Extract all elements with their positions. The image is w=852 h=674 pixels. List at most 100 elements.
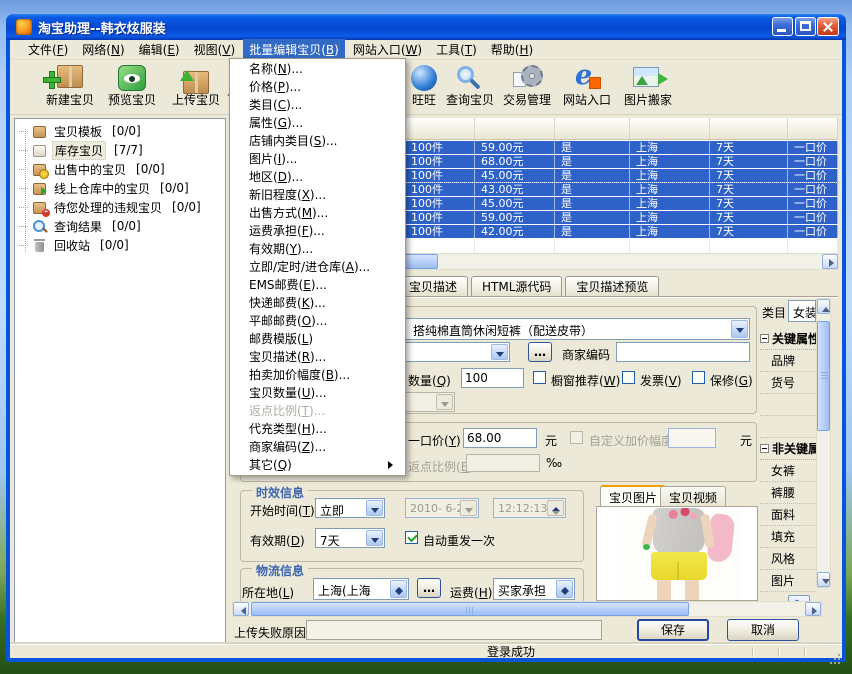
sidebar-tree-item[interactable]: 线上仓库中的宝贝 [0/0]: [19, 179, 223, 197]
menu-bar-item[interactable]: 批量编辑宝贝(B): [243, 39, 345, 60]
attribute-row[interactable]: 填充: [760, 526, 816, 548]
table-column-header[interactable]: [710, 118, 788, 139]
form-h-scrollbar[interactable]: [232, 601, 822, 617]
key-attributes-header[interactable]: 关键属性: [760, 328, 816, 350]
dropdown-menu-item[interactable]: 名称(N)...: [230, 60, 405, 78]
validity-combobox[interactable]: 7天: [315, 528, 385, 548]
table-column-header[interactable]: [475, 118, 555, 139]
scroll-left-button[interactable]: [233, 602, 249, 616]
browse-button[interactable]: …: [528, 342, 552, 362]
table-column-header[interactable]: [630, 118, 710, 139]
dropdown-menu-item[interactable]: 图片(I)...: [230, 150, 405, 168]
dropdown-menu-item[interactable]: 价格(P)...: [230, 78, 405, 96]
invoice-checkbox[interactable]: [622, 371, 635, 384]
minimize-button[interactable]: [772, 17, 793, 36]
attribute-row[interactable]: 图片: [760, 570, 816, 592]
fixed-price-input[interactable]: [463, 428, 537, 448]
attribute-row[interactable]: 品牌: [760, 350, 816, 372]
dropdown-menu-item[interactable]: 运费承担(F)...: [230, 222, 405, 240]
table-column-header[interactable]: [555, 118, 630, 139]
merchant-code-input[interactable]: [616, 342, 750, 362]
collapse-icon[interactable]: [760, 444, 769, 453]
sidebar-tree-item[interactable]: 库存宝贝 [7/7]: [19, 141, 223, 159]
chevron-down-icon[interactable]: [366, 530, 383, 546]
dropdown-menu-item[interactable]: 拍卖加价幅度(B)...: [230, 366, 405, 384]
spinner-arrows-icon[interactable]: [556, 580, 573, 598]
menu-bar-item[interactable]: 文件(F): [22, 39, 74, 60]
image-mover-button[interactable]: 图片搬家: [614, 63, 682, 112]
collapse-icon[interactable]: [760, 334, 769, 343]
chevron-down-icon[interactable]: [491, 344, 508, 360]
dropdown-menu-item[interactable]: 出售方式(M)...: [230, 204, 405, 222]
description-tab[interactable]: 宝贝描述: [398, 276, 468, 297]
description-tab[interactable]: 宝贝描述预览: [565, 276, 659, 297]
cancel-button[interactable]: 取消: [727, 619, 799, 641]
attribute-row[interactable]: 货号: [760, 372, 816, 394]
scroll-right-button[interactable]: [822, 254, 838, 269]
nonkey-attributes-header[interactable]: 非关键属性: [760, 438, 816, 460]
dropdown-menu-item[interactable]: 宝贝描述(R)...: [230, 348, 405, 366]
attribute-row[interactable]: 风格: [760, 548, 816, 570]
location-combobox[interactable]: 上海(上海: [313, 578, 409, 600]
new-item-button[interactable]: 新建宝贝: [36, 63, 104, 112]
custom-increment-checkbox[interactable]: [570, 431, 583, 444]
location-browse-button[interactable]: …: [417, 578, 441, 598]
window-recommend-checkbox[interactable]: [533, 371, 546, 384]
attribute-row[interactable]: 面料: [760, 504, 816, 526]
dropdown-menu-item[interactable]: 店铺内类目(S)...: [230, 132, 405, 150]
warranty-checkbox[interactable]: [692, 371, 705, 384]
start-time-combobox[interactable]: 立即: [315, 498, 385, 518]
chev on-down-icon[interactable]: [366, 500, 383, 516]
attribute-row[interactable]: 女裤: [760, 460, 816, 482]
dropdown-menu-item[interactable]: 代充类型(H)...: [230, 420, 405, 438]
dropdown-menu-item[interactable]: 立即/定时/进仓库(A)...: [230, 258, 405, 276]
table-column-header[interactable]: [405, 118, 475, 139]
sidebar-tree-item[interactable]: 宝贝模板 [0/0]: [19, 122, 223, 140]
save-button[interactable]: 保存: [637, 619, 709, 641]
image-tab[interactable]: 宝贝视频: [660, 486, 726, 506]
menu-bar-item[interactable]: 视图(V): [188, 39, 242, 60]
description-tab[interactable]: HTML源代码: [471, 276, 562, 297]
dropdown-menu-item[interactable]: 商家编码(Z)...: [230, 438, 405, 456]
attribute-row[interactable]: 裤腰: [760, 482, 816, 504]
resize-grip-icon[interactable]: [838, 654, 840, 656]
scroll-right-button[interactable]: [805, 602, 821, 616]
dropdown-menu-item[interactable]: 地区(D)...: [230, 168, 405, 186]
website-entry-button[interactable]: e 网站入口: [553, 63, 621, 112]
menu-bar-item[interactable]: 编辑(E): [133, 39, 186, 60]
menu-bar-item[interactable]: 网站入口(W): [347, 39, 428, 60]
scroll-up-button[interactable]: [817, 299, 830, 314]
auto-relist-checkbox[interactable]: [405, 531, 418, 544]
fail-reason-input[interactable]: [306, 620, 602, 640]
category-combobox[interactable]: 女装: [788, 300, 816, 322]
form-h-scroll-thumb[interactable]: [251, 602, 689, 616]
dropdown-menu-item[interactable]: 属性(G)...: [230, 114, 405, 132]
preview-item-button[interactable]: 预览宝贝: [98, 63, 166, 112]
sidebar-tree-item[interactable]: 回收站 [0/0]: [19, 236, 223, 254]
dropdown-menu-item[interactable]: 其它(Q): [230, 456, 405, 474]
freight-combobox[interactable]: 买家承担: [493, 578, 575, 600]
dropdown-menu-item[interactable]: 平邮邮费(O)...: [230, 312, 405, 330]
dropdown-menu-item[interactable]: EMS邮费(E)...: [230, 276, 405, 294]
sidebar-tree-item[interactable]: 出售中的宝贝 [0/0]: [19, 160, 223, 178]
image-tab[interactable]: 宝贝图片: [600, 485, 666, 506]
form-v-scrollbar[interactable]: [816, 298, 831, 588]
dropdown-menu-item[interactable]: 邮费模版(L): [230, 330, 405, 348]
form-v-scroll-thumb[interactable]: [817, 321, 830, 431]
sidebar-tree-item[interactable]: 查询结果 [0/0]: [19, 217, 223, 235]
maximize-button[interactable]: [795, 17, 816, 36]
menu-bar-item[interactable]: 网络(N): [76, 39, 130, 60]
dropdown-menu-item[interactable]: 快递邮费(K)...: [230, 294, 405, 312]
dropdown-menu-item[interactable]: 有效期(Y)...: [230, 240, 405, 258]
scroll-down-button[interactable]: [817, 572, 830, 587]
dropdown-menu-item[interactable]: 类目(C)...: [230, 96, 405, 114]
menu-bar-item[interactable]: 工具(T): [430, 39, 483, 60]
trade-manage-button[interactable]: 交易管理: [493, 63, 561, 112]
dropdown-menu-item[interactable]: 宝贝数量(U)...: [230, 384, 405, 402]
spinner-arrows-icon[interactable]: [390, 580, 407, 598]
sidebar-tree-item[interactable]: 待您处理的违规宝贝 [0/0]: [19, 198, 223, 216]
dropdown-menu-item[interactable]: 返点比例(T)...: [230, 402, 405, 420]
chevron-down-icon[interactable]: [731, 320, 748, 338]
dropdown-menu-item[interactable]: 新旧程度(X)...: [230, 186, 405, 204]
close-button[interactable]: [817, 17, 839, 36]
